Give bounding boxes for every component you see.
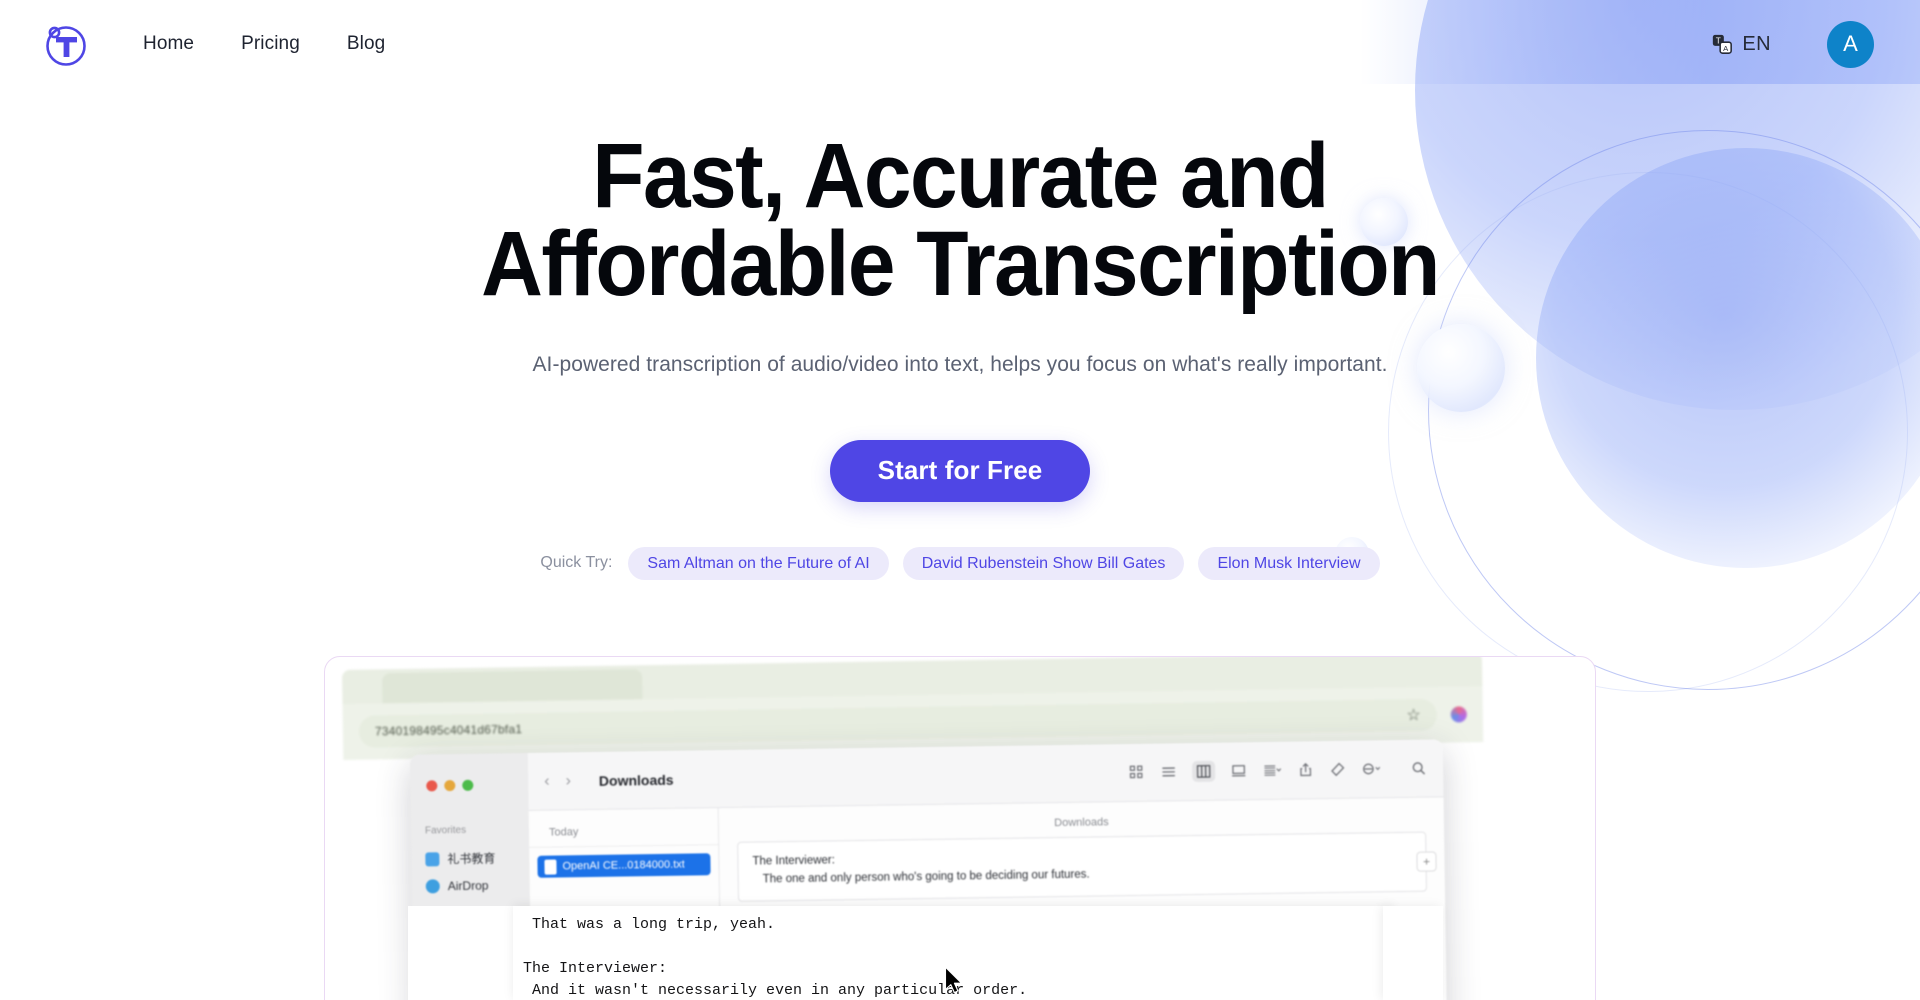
finder-nav-buttons: ‹ › [544, 772, 571, 790]
hero-subtitle: AI-powered transcription of audio/video … [532, 352, 1388, 376]
chevron-left-icon[interactable]: ‹ [544, 772, 550, 790]
header-actions: T A EN A [1711, 20, 1874, 68]
icon-view-icon[interactable] [1128, 764, 1145, 781]
quick-try-row: Quick Try: Sam Altman on the Future of A… [0, 546, 1920, 580]
mouse-pointer-icon [944, 966, 962, 994]
tag-icon[interactable] [1329, 761, 1346, 778]
nav-link-home[interactable]: Home [143, 33, 194, 55]
list-view-icon[interactable] [1160, 763, 1177, 780]
browser-url-bar[interactable]: 7340198495c4041d67bfa1 ☆ [358, 698, 1438, 748]
finder-sidebar-item-airdrop[interactable]: AirDrop [412, 872, 530, 900]
quick-try-chip-2[interactable]: David Rubenstein Show Bill Gates [902, 546, 1185, 580]
avatar[interactable]: A [1827, 20, 1874, 68]
finder-sidebar-item-label: 礼书教育 [447, 851, 496, 867]
site-header: Home Pricing Blog T A EN A [0, 0, 1920, 88]
action-menu-icon[interactable] [1361, 760, 1381, 777]
finder-file-name: OpenAI CE...0184000.txt [562, 858, 685, 873]
chevron-right-icon[interactable]: › [565, 772, 571, 790]
translate-icon: T A [1713, 34, 1733, 54]
transcript-right-edge [1383, 906, 1443, 1000]
logo[interactable] [36, 15, 94, 73]
folder-icon [425, 851, 440, 866]
window-traffic-lights [410, 767, 528, 792]
finder-sidebar-item-label: AirDrop [447, 878, 489, 894]
group-by-icon[interactable] [1262, 762, 1282, 779]
hero-section: Fast, Accurate and Affordable Transcript… [0, 130, 1920, 580]
transcript-spacer [523, 936, 1393, 958]
search-icon[interactable] [1410, 760, 1427, 777]
finder-selected-file[interactable]: OpenAI CE...0184000.txt [537, 853, 711, 878]
language-switcher[interactable]: T A EN [1711, 33, 1771, 56]
star-icon: ☆ [1406, 707, 1421, 725]
airdrop-icon [425, 879, 440, 894]
browser-url-text: 7340198495c4041d67bfa1 [374, 722, 523, 739]
maximize-icon[interactable] [462, 779, 474, 791]
gallery-view-icon[interactable] [1230, 762, 1247, 779]
transcription-logo-icon [46, 26, 86, 66]
column-view-icon[interactable] [1192, 760, 1216, 783]
finder-toolbar-icons [1128, 758, 1427, 783]
page-title-line-2: Affordable Transcription [481, 213, 1440, 316]
language-label: EN [1742, 32, 1771, 55]
text-file-icon [544, 859, 557, 875]
quick-try-chip-1[interactable]: Sam Altman on the Future of AI [628, 546, 889, 580]
main-nav: Home Pricing Blog [143, 33, 385, 55]
minimize-icon[interactable] [444, 780, 456, 792]
svg-text:A: A [1724, 44, 1730, 53]
transcript-line: That was a long trip, yeah. [523, 916, 776, 933]
landing-page: Home Pricing Blog T A EN A Fast, Accurat… [0, 0, 1920, 1000]
quick-try-chip-3[interactable]: Elon Musk Interview [1198, 546, 1380, 580]
start-for-free-button[interactable]: Start for Free [829, 439, 1091, 502]
page-title: Fast, Accurate and Affordable Transcript… [67, 130, 1853, 316]
add-button[interactable]: + [1416, 851, 1437, 872]
cta-container: Start for Free [0, 439, 1920, 502]
extension-icon [1450, 706, 1467, 723]
nav-link-blog[interactable]: Blog [347, 33, 385, 55]
page-title-line-1: Fast, Accurate and [592, 125, 1329, 227]
finder-file-preview: The Interviewer: The one and only person… [737, 831, 1427, 902]
finder-sidebar-section: Favorites [424, 824, 467, 837]
share-icon[interactable] [1297, 761, 1314, 778]
nav-link-pricing[interactable]: Pricing [241, 33, 300, 55]
finder-sidebar-item-folder[interactable]: 礼书教育 [411, 843, 529, 874]
finder-column-header: Downloads [1054, 816, 1109, 830]
finder-group-label: Today [528, 816, 719, 848]
transcript-left-mask [408, 906, 514, 1000]
browser-tab [382, 669, 643, 704]
finder-window-title: Downloads [598, 771, 674, 789]
quick-try-label: Quick Try: [540, 554, 613, 572]
close-icon[interactable] [426, 780, 438, 792]
